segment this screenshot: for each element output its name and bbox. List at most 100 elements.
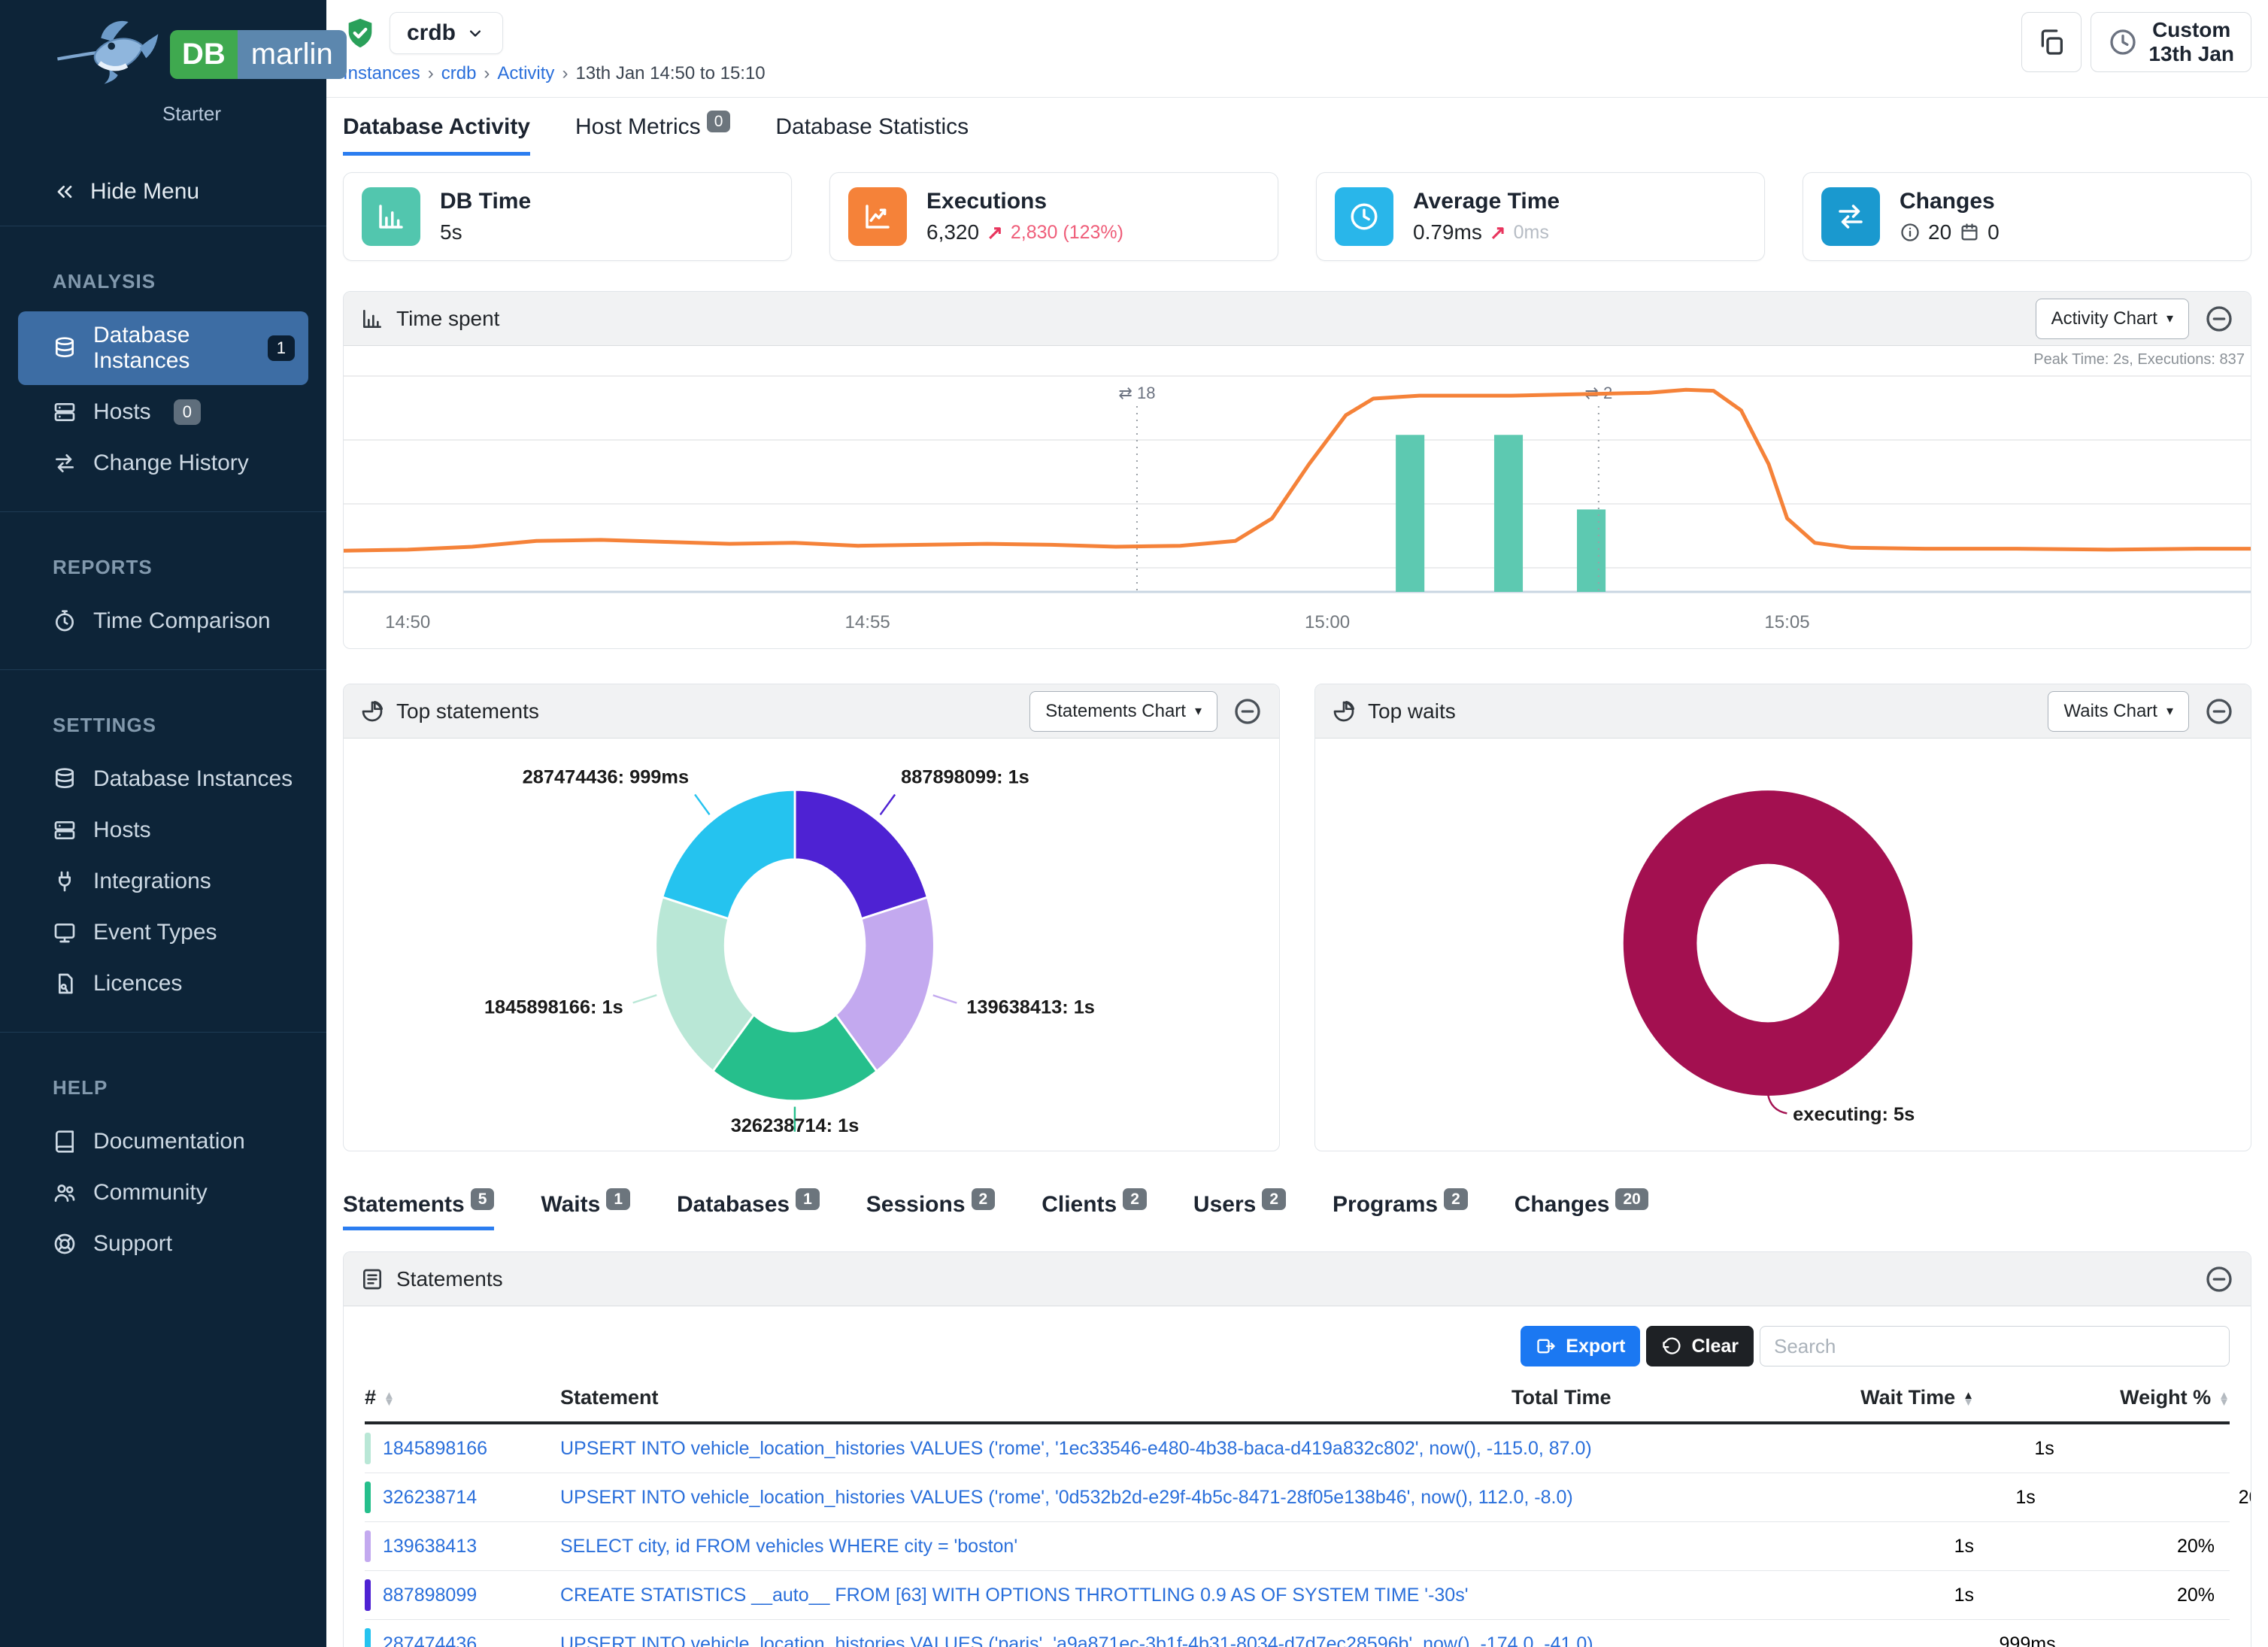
- card-value: 0.79ms: [1413, 220, 1482, 244]
- changes-info-count: 20: [1928, 220, 1951, 244]
- breadcrumb-activity[interactable]: Activity: [497, 63, 554, 84]
- col-wait-time[interactable]: Wait Time▲▼: [1854, 1386, 1974, 1409]
- time-range-button[interactable]: Custom 13th Jan: [2091, 12, 2251, 72]
- statement-sql-link[interactable]: CREATE STATISTICS __auto__ FROM [63] WIT…: [560, 1585, 1468, 1606]
- statement-id-link[interactable]: 139638413: [383, 1536, 477, 1558]
- count-badge: 0: [174, 399, 201, 425]
- changes-calendar-count: 0: [1988, 220, 2000, 244]
- sidebar-item-label: Database Instances: [93, 323, 245, 374]
- sidebar-item-documentation[interactable]: Documentation: [18, 1118, 308, 1166]
- svg-text:14:50: 14:50: [385, 612, 430, 632]
- svg-text:14:55: 14:55: [845, 612, 890, 632]
- pie-chart-icon: [360, 699, 384, 723]
- statement-sql-link[interactable]: SELECT city, id FROM vehicles WHERE city…: [560, 1536, 1017, 1557]
- svg-text:executing: 5s: executing: 5s: [1793, 1104, 1915, 1125]
- sidebar-item-database-instances[interactable]: Database Instances 1: [18, 311, 308, 385]
- statement-id-link[interactable]: 887898099: [383, 1585, 477, 1606]
- database-icon: [53, 336, 77, 360]
- plug-icon: [53, 869, 77, 893]
- statement-color-bar: [365, 1628, 371, 1647]
- sidebar-item-event-types[interactable]: Event Types: [18, 908, 308, 957]
- chevron-down-icon: [465, 23, 486, 44]
- weight-value: 20%: [2036, 1487, 2251, 1509]
- tab-host-metrics[interactable]: Host Metrics0: [575, 114, 730, 156]
- col-total-time[interactable]: Total Time: [1511, 1386, 1854, 1409]
- section-label: REPORTS: [18, 545, 308, 594]
- top-statements-donut[interactable]: 887898099: 1s139638413: 1s326238714: 1s1…: [344, 739, 1279, 1151]
- brand-logo[interactable]: DB marlin Starter: [0, 0, 326, 158]
- panel-title: Time spent: [396, 307, 499, 331]
- tab-statements[interactable]: Statements5: [343, 1192, 494, 1230]
- tab-badge: 2: [1262, 1188, 1286, 1210]
- time-spent-panel: Time spent Activity Chart▾ ⇄ 18⇄ 214:501…: [343, 291, 2251, 649]
- sidebar-item-settings-database-instances[interactable]: Database Instances: [18, 755, 308, 803]
- sidebar-item-community[interactable]: Community: [18, 1169, 308, 1217]
- divider: [0, 1032, 326, 1033]
- sidebar-item-label: Support: [93, 1231, 172, 1257]
- waits-chart-dropdown[interactable]: Waits Chart▾: [2048, 691, 2189, 732]
- search-input[interactable]: [1760, 1326, 2230, 1366]
- card-value: 5s: [440, 220, 531, 244]
- statement-sql-link[interactable]: UPSERT INTO vehicle_location_histories V…: [560, 1487, 1573, 1508]
- col-id[interactable]: #▲▼: [365, 1386, 560, 1409]
- licence-icon: [53, 972, 77, 996]
- time-spent-chart[interactable]: ⇄ 18⇄ 214:5014:5515:0015:05Peak Time: 2s…: [344, 346, 2251, 648]
- tab-database-statistics[interactable]: Database Statistics: [775, 114, 969, 156]
- tab-database-activity[interactable]: Database Activity: [343, 114, 530, 156]
- clear-button[interactable]: Clear: [1646, 1326, 1754, 1366]
- sidebar-item-support[interactable]: Support: [18, 1220, 308, 1268]
- section-label: HELP: [18, 1066, 308, 1115]
- chart-icon: [360, 307, 384, 331]
- tab-sessions[interactable]: Sessions2: [866, 1192, 995, 1230]
- collapse-icon[interactable]: [2204, 304, 2234, 334]
- tab-clients[interactable]: Clients2: [1042, 1192, 1147, 1230]
- tab-databases[interactable]: Databases1: [677, 1192, 820, 1230]
- statement-id-link[interactable]: 326238714: [383, 1487, 477, 1509]
- tab-users[interactable]: Users2: [1193, 1192, 1286, 1230]
- instance-selector[interactable]: crdb: [390, 12, 503, 54]
- hide-menu-button[interactable]: Hide Menu: [0, 158, 326, 212]
- statements-chart-dropdown[interactable]: Statements Chart▾: [1029, 691, 1217, 732]
- sidebar-item-change-history[interactable]: Change History: [18, 439, 308, 487]
- app-root: DB marlin Starter Hide Menu ANALYSIS Dat…: [0, 0, 2268, 1647]
- statement-id-link[interactable]: 287474436: [383, 1633, 477, 1647]
- card-title: Executions: [926, 189, 1123, 214]
- collapse-icon[interactable]: [2204, 696, 2234, 726]
- copy-button[interactable]: [2021, 12, 2082, 72]
- panel-title: Top waits: [1368, 699, 1456, 723]
- statement-sql-link[interactable]: UPSERT INTO vehicle_location_histories V…: [560, 1633, 1593, 1647]
- svg-text:15:00: 15:00: [1305, 612, 1350, 632]
- collapse-icon[interactable]: [1233, 696, 1263, 726]
- svg-text:15:05: 15:05: [1764, 612, 1809, 632]
- activity-chart-dropdown[interactable]: Activity Chart▾: [2036, 299, 2189, 339]
- sidebar-item-hosts[interactable]: Hosts 0: [18, 388, 308, 436]
- lifebuoy-icon: [53, 1232, 77, 1256]
- tab-programs[interactable]: Programs2: [1333, 1192, 1468, 1230]
- tab-waits[interactable]: Waits1: [541, 1192, 630, 1230]
- copy-icon: [2036, 27, 2066, 57]
- statement-id-link[interactable]: 1845898166: [383, 1438, 487, 1460]
- sidebar-item-settings-hosts[interactable]: Hosts: [18, 806, 308, 854]
- statement-sql-link[interactable]: UPSERT INTO vehicle_location_histories V…: [560, 1438, 1592, 1459]
- line-chart-icon: [848, 187, 907, 246]
- col-statement[interactable]: Statement: [560, 1386, 1511, 1409]
- stat-cards: DB Time 5s Executions 6,320 ↗ 2,830 (123…: [343, 172, 2251, 261]
- export-icon: [1536, 1336, 1557, 1357]
- tab-badge: 1: [796, 1188, 820, 1210]
- breadcrumb-crdb[interactable]: crdb: [441, 63, 477, 84]
- sidebar-section-reports: REPORTS Time Comparison: [0, 526, 326, 656]
- trend-up-icon: ↗: [1490, 221, 1506, 244]
- top-waits-donut[interactable]: executing: 5s: [1315, 739, 2251, 1151]
- export-button[interactable]: Export: [1521, 1326, 1640, 1366]
- sidebar-item-licences[interactable]: Licences: [18, 960, 308, 1008]
- col-weight[interactable]: Weight %▲▼: [1974, 1386, 2230, 1409]
- collapse-icon[interactable]: [2204, 1264, 2234, 1294]
- range-line2: 13th Jan: [2148, 42, 2234, 66]
- chevrons-left-icon: [53, 180, 77, 204]
- sidebar-item-time-comparison[interactable]: Time Comparison: [18, 597, 308, 645]
- table-header: #▲▼ Statement Total Time Wait Time▲▼ Wei…: [365, 1386, 2230, 1424]
- tab-changes[interactable]: Changes20: [1515, 1192, 1648, 1230]
- breadcrumb-instances[interactable]: Instances: [343, 63, 420, 84]
- bar-chart-icon: [362, 187, 420, 246]
- sidebar-item-integrations[interactable]: Integrations: [18, 857, 308, 905]
